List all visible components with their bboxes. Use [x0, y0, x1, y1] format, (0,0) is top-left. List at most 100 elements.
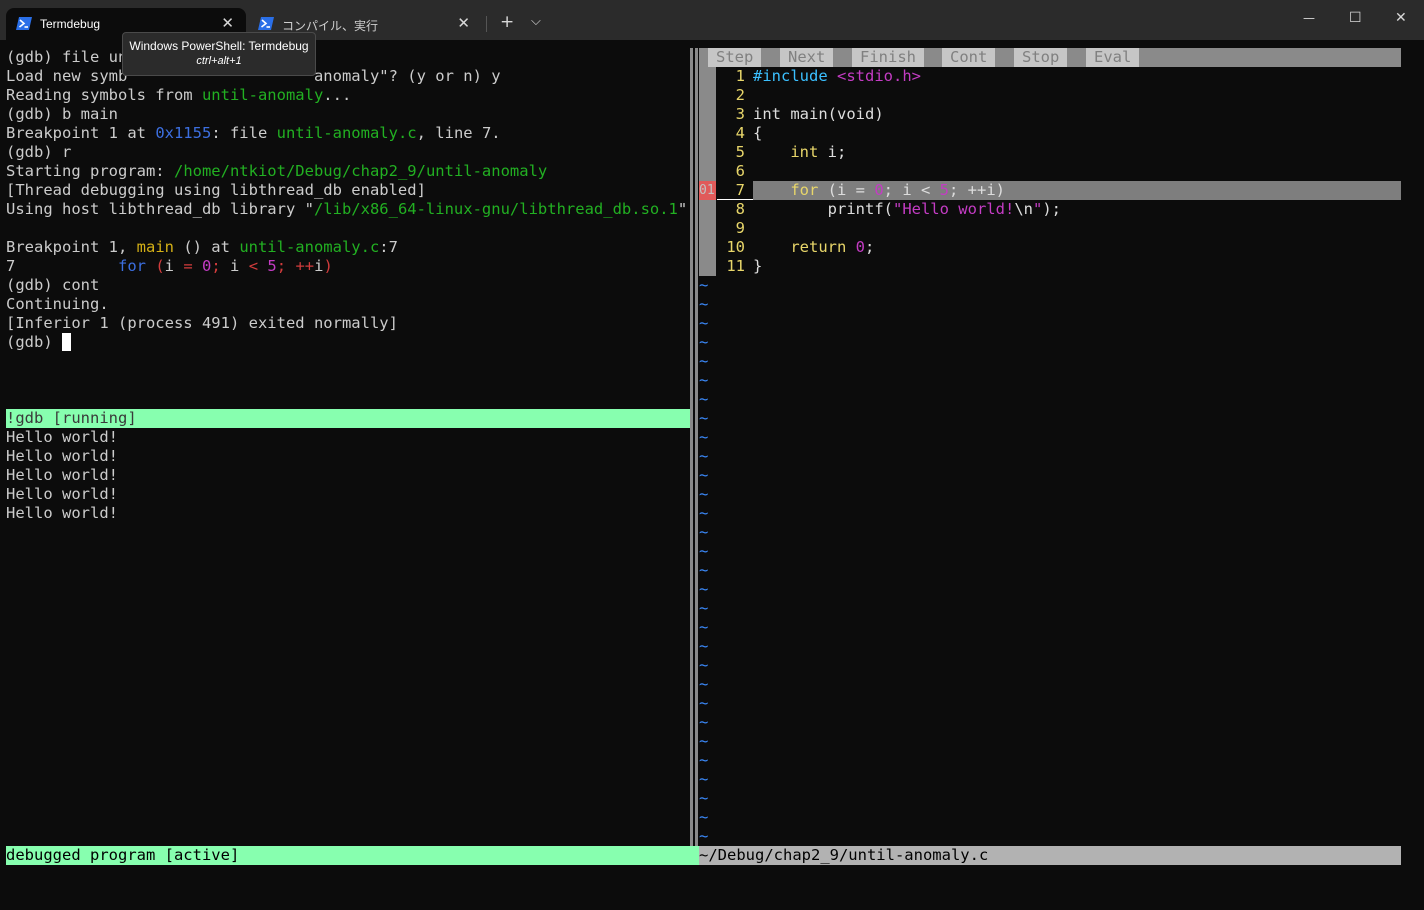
- text-token: {: [753, 124, 763, 142]
- file-status-line: ~/Debug/chap2_9/until-anomaly.c: [699, 846, 1401, 865]
- gdb-console[interactable]: (gdb) file un Load new symb anomaly"? (y …: [6, 48, 697, 352]
- syntax-token: /lib/x86_64-linux-gnu/libthread_db.so.1: [313, 200, 678, 218]
- text-token: () at: [173, 238, 240, 256]
- stop-button[interactable]: Stop: [1014, 48, 1068, 67]
- syntax-token: 5: [939, 181, 950, 199]
- gdb-status-line: !gdb [running]: [6, 409, 690, 428]
- syntax-token: ;: [276, 257, 287, 275]
- syntax-token: for: [117, 257, 146, 275]
- empty-line-marker: ~: [699, 466, 709, 484]
- line-number: 8: [735, 200, 745, 218]
- empty-line-marker: ~: [699, 276, 709, 294]
- syntax-token: int: [790, 143, 819, 161]
- console-line: [Thread debugging using libthread_db ena…: [6, 181, 697, 200]
- eval-button[interactable]: Eval: [1086, 48, 1140, 67]
- step-button[interactable]: Step: [708, 48, 762, 67]
- text-token: ; ++i): [949, 181, 1006, 199]
- output-line: Hello world!: [6, 428, 118, 446]
- text-token: }: [753, 257, 763, 275]
- source-line: }: [753, 257, 762, 276]
- console-line: [Inferior 1 (process 491) exited normall…: [6, 314, 697, 333]
- text-token: Starting program:: [6, 162, 174, 180]
- empty-line-marker: ~: [699, 352, 709, 370]
- syntax-token: #include: [753, 67, 837, 85]
- syntax-token: ): [323, 257, 333, 275]
- empty-line-marker: ~: [699, 808, 709, 826]
- line-number: 11: [726, 257, 745, 275]
- source-line: printf("Hello world!\n");: [753, 200, 1061, 219]
- empty-line-marker: ~: [699, 314, 709, 332]
- empty-line-marker: ~: [699, 827, 709, 845]
- line-number: 4: [735, 124, 745, 142]
- text-token: );: [1042, 200, 1061, 218]
- text-token: :7: [379, 238, 398, 256]
- syntax-token: ": [1032, 200, 1043, 218]
- minimize-button[interactable]: —: [1303, 11, 1315, 25]
- empty-line-marker: ~: [699, 599, 709, 617]
- breakpoint-sign[interactable]: 01: [699, 181, 716, 200]
- console-line: Reading symbols from until-anomaly...: [6, 86, 697, 105]
- program-output[interactable]: Hello world! Hello world! Hello world! Hell…: [6, 428, 118, 523]
- text-token: Breakpoint 1,: [6, 238, 137, 256]
- console-line: Starting program: /home/ntkiot/Debug/cha…: [6, 162, 697, 181]
- text-token: : file: [211, 124, 277, 142]
- tab-dropdown-icon[interactable]: ⌵: [531, 14, 541, 29]
- close-tab-icon[interactable]: ✕: [221, 14, 234, 32]
- text-token: i;: [818, 143, 847, 161]
- syntax-token: until-anomaly.c: [276, 124, 417, 142]
- empty-line-marker: ~: [699, 732, 709, 750]
- syntax-token: main: [136, 238, 174, 256]
- console-line: (gdb): [6, 333, 697, 352]
- syntax-token: return: [790, 238, 847, 256]
- console-line: (gdb) file un: [6, 48, 697, 67]
- syntax-token: 0x1155: [155, 124, 212, 142]
- close-window-button[interactable]: ✕: [1395, 10, 1407, 26]
- line-number: 2: [735, 86, 745, 104]
- powershell-icon: [16, 17, 32, 30]
- empty-line-marker: ~: [699, 428, 709, 446]
- powershell-icon: [258, 17, 274, 30]
- empty-line-marker: ~: [699, 637, 709, 655]
- output-line: Hello world!: [6, 466, 118, 484]
- finish-button[interactable]: Finish: [852, 48, 924, 67]
- text-token: Breakpoint 1 at: [6, 124, 156, 142]
- console-line: (gdb) cont: [6, 276, 697, 295]
- source-line: int main(void): [753, 105, 884, 124]
- text-token: [Inferior 1 (process 491) exited normall…: [6, 314, 398, 332]
- new-tab-button[interactable]: +: [500, 12, 514, 32]
- debug-winbar: Step Next Finish Cont Stop Eval: [699, 48, 1401, 67]
- tooltip-shortcut: ctrl+alt+1: [196, 55, 242, 67]
- empty-line-marker: ~: [699, 751, 709, 769]
- line-number: 9: [735, 219, 745, 237]
- syntax-token: for: [790, 181, 819, 199]
- text-token: i: [220, 257, 249, 275]
- syntax-token: /home/ntkiot/Debug/chap2_9/until-anomaly: [173, 162, 548, 180]
- console-line: Load new symb anomaly"? (y or n) y: [6, 67, 697, 86]
- empty-line-marker: ~: [699, 675, 709, 693]
- close-tab-icon[interactable]: ✕: [457, 14, 470, 32]
- text-token: (gdb) r: [6, 143, 72, 161]
- console-line: (gdb) b main: [6, 105, 697, 124]
- syntax-token: ++: [295, 257, 315, 275]
- tab-tooltip: Windows PowerShell: Termdebug ctrl+alt+1: [122, 32, 316, 76]
- text-token: ;: [865, 238, 875, 256]
- syntax-token: 0: [202, 257, 212, 275]
- text-token: Reading symbols from: [6, 86, 202, 104]
- next-button[interactable]: Next: [780, 48, 834, 67]
- program-status-line: debugged program [active]: [6, 846, 699, 865]
- split-separator-line: [693, 48, 695, 846]
- maximize-button[interactable]: ☐: [1349, 10, 1362, 26]
- console-line: Breakpoint 1, main () at until-anomaly.c…: [6, 238, 697, 257]
- console-line: Continuing.: [6, 295, 697, 314]
- tab-label: Termdebug: [40, 17, 101, 31]
- empty-line-marker: ~: [699, 371, 709, 389]
- text-token: int main(void): [753, 105, 884, 123]
- line-number: 7: [735, 181, 745, 199]
- empty-line-marker: ~: [699, 390, 709, 408]
- text-cursor: [62, 333, 71, 351]
- cont-button[interactable]: Cont: [942, 48, 996, 67]
